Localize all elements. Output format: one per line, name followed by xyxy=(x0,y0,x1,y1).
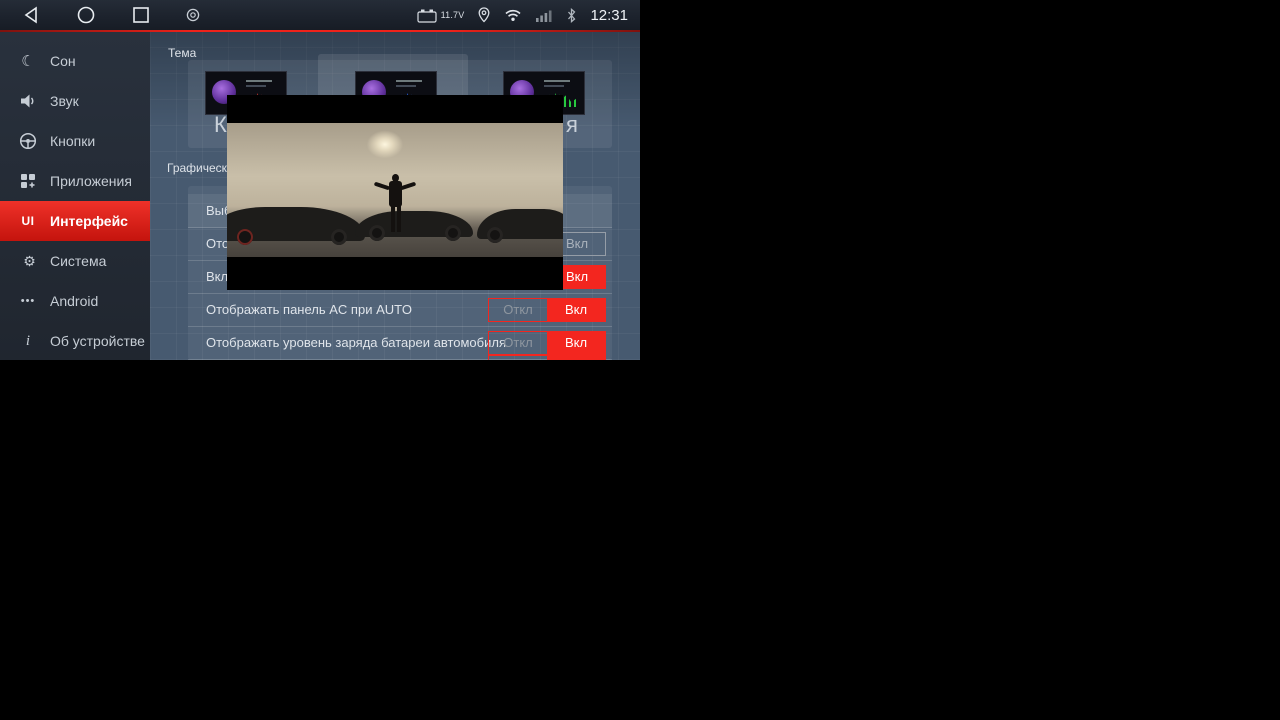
car-silhouette xyxy=(227,207,365,241)
sidebar-label: Об устройстве xyxy=(50,333,145,349)
off-on-button-group: ОтклВкл xyxy=(488,331,606,355)
setting-label: Отображать уровень заряда батареи автомо… xyxy=(206,335,506,350)
sidebar-item-android[interactable]: ••• Android xyxy=(0,281,150,321)
sidebar-item-buttons[interactable]: Кнопки xyxy=(0,121,150,161)
sidebar-item-interface[interactable]: UI Интерфейс xyxy=(0,201,150,241)
sidebar-label: Кнопки xyxy=(50,133,95,149)
off-button[interactable]: Откл xyxy=(489,332,547,354)
theme-name-fragment: я xyxy=(566,112,578,138)
off-button[interactable]: Откл xyxy=(489,299,547,321)
man-silhouette xyxy=(375,174,415,234)
recents-button[interactable] xyxy=(132,6,150,24)
setting-label: Отображать панель AC при AUTO xyxy=(206,302,412,317)
theme-name-fragment: К xyxy=(214,112,227,138)
partial-next-row-buttons xyxy=(488,355,606,360)
ui-badge-icon: UI xyxy=(16,214,40,228)
battery-voltage-icon xyxy=(417,8,437,23)
signal-icon xyxy=(535,8,553,22)
sidebar-item-sound[interactable]: Звук xyxy=(0,81,150,121)
theme-section-header: Тема xyxy=(168,46,196,60)
sidebar-label: Приложения xyxy=(50,173,132,189)
info-icon: i xyxy=(16,333,40,350)
sidebar-item-apps[interactable]: Приложения xyxy=(0,161,150,201)
on-button[interactable]: Вкл xyxy=(547,299,605,321)
speaker-icon xyxy=(16,93,40,109)
status-bar: 11.7V 12:31 xyxy=(0,0,640,30)
bluetooth-icon xyxy=(566,8,577,23)
sidebar-item-system[interactable]: ⚙ Система xyxy=(0,241,150,281)
location-icon xyxy=(477,7,491,24)
video-frame xyxy=(227,123,563,257)
setting-row-ac-panel[interactable]: Отображать панель AC при AUTO ОтклВкл xyxy=(188,293,612,327)
wifi-icon xyxy=(504,8,522,22)
sidebar-item-about[interactable]: i Об устройстве xyxy=(0,321,150,360)
home-button[interactable] xyxy=(76,5,96,25)
clock: 12:31 xyxy=(590,7,628,24)
sidebar-item-sleep[interactable]: ☾ Сон xyxy=(0,41,150,81)
dots-icon: ••• xyxy=(16,295,40,307)
settings-sidebar: ☾Сон Звук Кнопки Приложения UIИнтерфейс … xyxy=(0,32,150,360)
four-screenshot-grid: 12.1V 12:31 See You Again-Wiz Kha... Sis… xyxy=(0,0,1280,720)
sidebar-label: Звук xyxy=(50,93,79,109)
voltage-readout: 11.7V xyxy=(441,10,465,20)
off-on-button-group: ОтклВкл xyxy=(488,298,606,322)
sidebar-label: Интерфейс xyxy=(50,213,128,229)
sidebar-label: Сон xyxy=(50,53,76,69)
sidebar-label: Android xyxy=(50,293,98,309)
moon-icon: ☾ xyxy=(16,52,40,70)
apps-icon xyxy=(16,173,40,189)
steering-wheel-icon xyxy=(16,132,40,150)
gears-icon: ⚙ xyxy=(16,253,40,270)
car-silhouette xyxy=(477,209,563,239)
quadrant-system-settings: 11.7V 12:31 ☾Сон Звук Кнопки Приложения … xyxy=(0,0,640,360)
sidebar-label: Система xyxy=(50,253,106,269)
floating-video-window[interactable] xyxy=(227,95,563,290)
back-button[interactable] xyxy=(22,5,40,25)
on-button[interactable]: Вкл xyxy=(547,332,605,354)
app-circle-icon[interactable] xyxy=(186,8,200,22)
